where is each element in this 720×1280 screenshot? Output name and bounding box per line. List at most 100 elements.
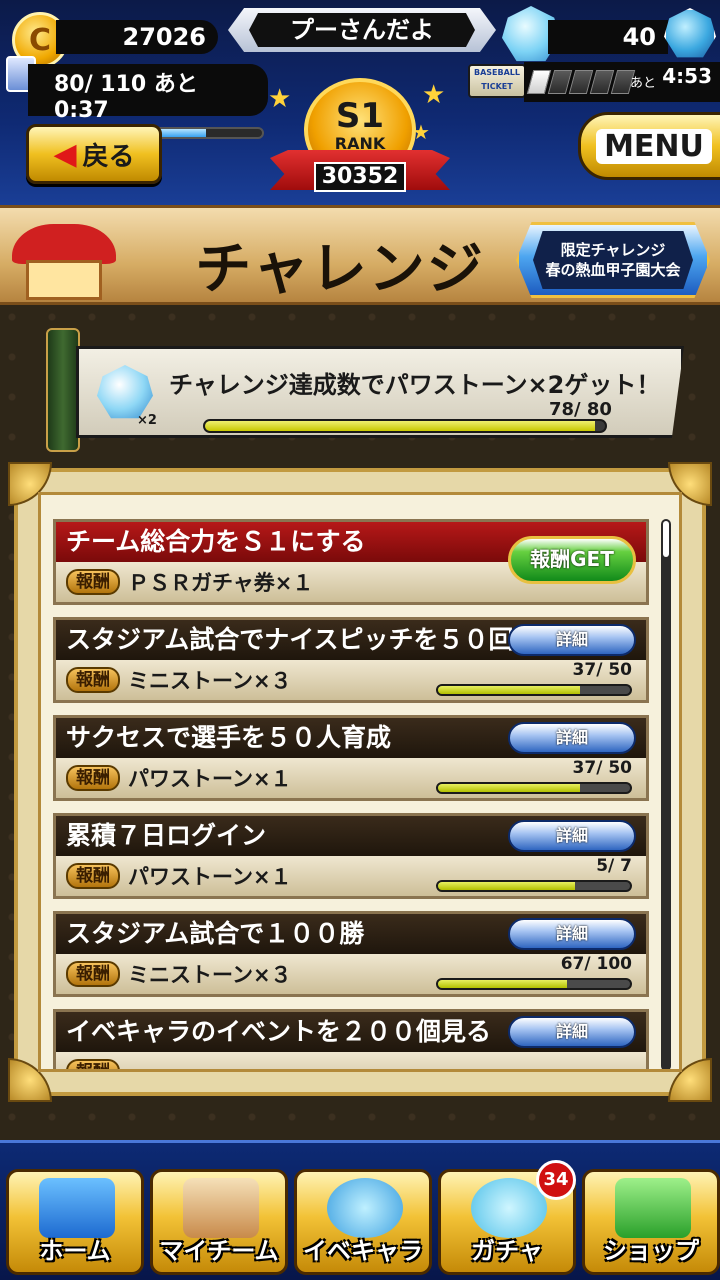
challenge-row: サクセスで選手を５０人育成 報酬 パワストーン×１ 詳細 37/ 50 (53, 715, 649, 801)
banner-progress-fill (205, 421, 595, 431)
progress-bar (436, 782, 632, 794)
progress-bar (436, 978, 632, 990)
bottom-nav: ホーム マイチーム イベキャラ ガチャ ショップ (0, 1140, 720, 1280)
banner-text: チャレンジ達成数でパワストーン×2ゲット！ (169, 371, 661, 399)
progress-text: 37/ 50 (572, 758, 632, 778)
challenge-bonus-banner: ×2 チャレンジ達成数でパワストーン×2ゲット！ 78/ 80 (46, 328, 686, 452)
gacha-notification-badge: 34 (536, 1160, 576, 1200)
details-button[interactable]: 詳細 (508, 624, 636, 656)
ticket-icon: BASEBALL TICKET (468, 64, 526, 98)
nav-evechara[interactable]: イベキャラ (294, 1169, 432, 1275)
ticket-panel: あと 4:53 (524, 62, 720, 102)
stamina-panel: 80/ 110 あと 0:37 (28, 64, 268, 139)
nav-myteam[interactable]: マイチーム (150, 1169, 288, 1275)
progress-bar-fill (438, 980, 567, 988)
stamina-suffix: あと (153, 72, 198, 97)
nav-shop-label: ショップ (603, 1237, 699, 1265)
challenge-row: スタジアム試合で１００勝 報酬 ミニストーン×３ 詳細 67/ 100 (53, 911, 649, 997)
challenge-progress: 5/ 7 (432, 856, 632, 896)
banner-progress-text: 78/ 80 (549, 399, 612, 420)
nav-home-label: ホーム (39, 1237, 111, 1265)
scrollbar[interactable] (661, 519, 671, 1069)
banner-progress-bar (203, 419, 607, 433)
star-icon: ★ (268, 84, 292, 114)
status-bar: C 27026 プーさんだよ 40 80/ 110 あと 0:37 BASEBA… (0, 0, 720, 205)
player-name: プーさんだよ (249, 13, 475, 47)
back-label: 戻る (82, 141, 135, 172)
page-title: チャレンジ (195, 237, 485, 302)
menu-label: MENU (596, 128, 712, 164)
nav-shop[interactable]: ショップ (582, 1169, 720, 1275)
rank-value: S1 (335, 96, 385, 136)
challenge-list: チーム総合力をＳ１にする 報酬 ＰＳＲガチャ券×１ 報酬GET スタジアム試合でナイスピ… (53, 519, 649, 1069)
progress-bar-fill (438, 882, 576, 890)
reward-tag: 報酬 (66, 863, 120, 889)
stone-count: 40 (548, 20, 668, 54)
reward-text: パワストーン×１ (128, 767, 292, 791)
limited-challenge-button[interactable]: 限定チャレンジ 春の熱血甲子園大会 (516, 222, 710, 298)
progress-text: 37/ 50 (572, 660, 632, 680)
details-button[interactable]: 詳細 (508, 722, 636, 754)
progress-bar (436, 880, 632, 892)
castle-icon (8, 216, 120, 302)
reward-text: ＰＳＲガチャ券×１ (128, 571, 314, 595)
reward-tag: 報酬 (66, 569, 120, 595)
reward-tag: 報酬 (66, 961, 120, 987)
player-name-plate[interactable]: プーさんだよ (228, 8, 496, 52)
challenge-list-area: チーム総合力をＳ１にする 報酬 ＰＳＲガチャ券×１ 報酬GET スタジアム試合でナイスピ… (38, 492, 682, 1072)
add-stone-icon[interactable] (664, 8, 716, 58)
challenge-row: 累積７日ログイン 報酬 パワストーン×１ 詳細 5/ 7 (53, 813, 649, 899)
challenge-progress: 67/ 100 (432, 954, 632, 994)
progress-bar-fill (438, 686, 581, 694)
details-button[interactable]: 詳細 (508, 1016, 636, 1048)
stamina-timer: 0:37 (54, 98, 109, 123)
home-book-icon (39, 1178, 115, 1238)
challenge-panel: チーム総合力をＳ１にする 報酬 ＰＳＲガチャ券×１ 報酬GET スタジアム試合でナイスピ… (8, 462, 712, 1102)
challenge-row: チーム総合力をＳ１にする 報酬 ＰＳＲガチャ券×１ 報酬GET (53, 519, 649, 605)
scroll-rod (46, 328, 80, 452)
reward-tag: 報酬 (66, 667, 120, 693)
progress-bar (436, 684, 632, 696)
reward-text: ミニストーン×３ (128, 669, 292, 693)
gem-multiplier: ×2 (137, 413, 157, 428)
ticket-segments (526, 70, 636, 94)
ticket-label: あと (630, 76, 657, 91)
reward-tag: 報酬 (66, 765, 120, 791)
reward-tag: 報酬 (66, 1059, 120, 1069)
ticket-timer: 4:53 (662, 64, 712, 88)
challenge-row: イベキャラのイベントを２００個見る 報酬 詳細 (53, 1009, 649, 1069)
reward-text: パワストーン×１ (128, 865, 292, 889)
progress-bar-fill (438, 784, 581, 792)
progress-text: 5/ 7 (596, 856, 632, 876)
progress-text: 67/ 100 (560, 954, 632, 974)
details-button[interactable]: 詳細 (508, 820, 636, 852)
star-icon: ★ (422, 80, 446, 110)
limited-line1: 限定チャレンジ (560, 241, 666, 259)
back-button[interactable]: ◀ 戻る (26, 124, 162, 184)
team-players-icon (183, 1178, 259, 1238)
challenge-reward: 報酬 (56, 1052, 646, 1069)
back-arrow-icon: ◀ (53, 136, 77, 172)
title-band: チャレンジ 限定チャレンジ 春の熱血甲子園大会 (0, 205, 720, 305)
nav-myteam-label: マイチーム (159, 1237, 279, 1265)
challenge-progress: 37/ 50 (432, 758, 632, 798)
challenge-progress: 37/ 50 (432, 660, 632, 700)
claim-reward-button[interactable]: 報酬GET (508, 536, 636, 584)
rank-emblem-icon: ★ ★ ★ S1 RANK 30352 (262, 70, 458, 202)
nav-evechara-label: イベキャラ (303, 1237, 423, 1265)
event-character-icon (327, 1178, 403, 1238)
scroll-paper: ×2 チャレンジ達成数でパワストーン×2ゲット！ 78/ 80 (76, 346, 684, 438)
challenge-row: スタジアム試合でナイスピッチを５０回成功 報酬 ミニストーン×３ 詳細 37/ 50 (53, 617, 649, 703)
nav-home[interactable]: ホーム (6, 1169, 144, 1275)
scrollbar-thumb[interactable] (663, 521, 669, 557)
coin-count: 27026 (56, 20, 218, 54)
details-button[interactable]: 詳細 (508, 918, 636, 950)
shop-store-icon (615, 1178, 691, 1238)
stamina-value: 80/ 110 (54, 72, 147, 97)
menu-button[interactable]: MENU (578, 112, 720, 180)
gacha-ball-icon (471, 1178, 547, 1238)
nav-gacha-label: ガチャ (471, 1237, 543, 1265)
rank-score: 30352 (314, 162, 406, 192)
limited-line2: 春の熱血甲子園大会 (545, 261, 681, 279)
reward-text: ミニストーン×３ (128, 963, 292, 987)
